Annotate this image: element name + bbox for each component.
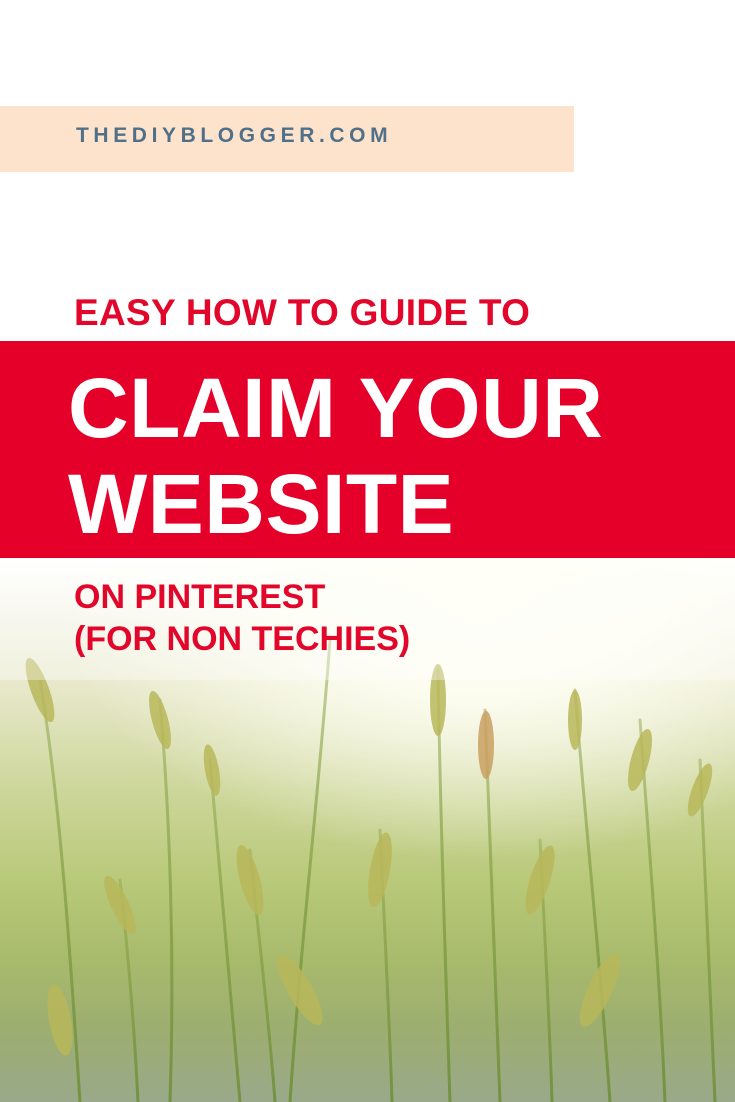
subtitle-line-2: (FOR NON TECHIES) <box>74 620 411 658</box>
pin-graphic: THEDIYBLOGGER.COM EASY HOW TO GUIDE TO C… <box>0 0 735 1102</box>
headline-line-2: WEBSITE <box>68 457 455 551</box>
subtitle-line-1: ON PINTEREST <box>74 578 326 616</box>
site-domain: THEDIYBLOGGER.COM <box>76 124 393 147</box>
headline-line-1: CLAIM YOUR <box>68 361 604 455</box>
kicker-heading: EASY HOW TO GUIDE TO <box>74 292 531 333</box>
